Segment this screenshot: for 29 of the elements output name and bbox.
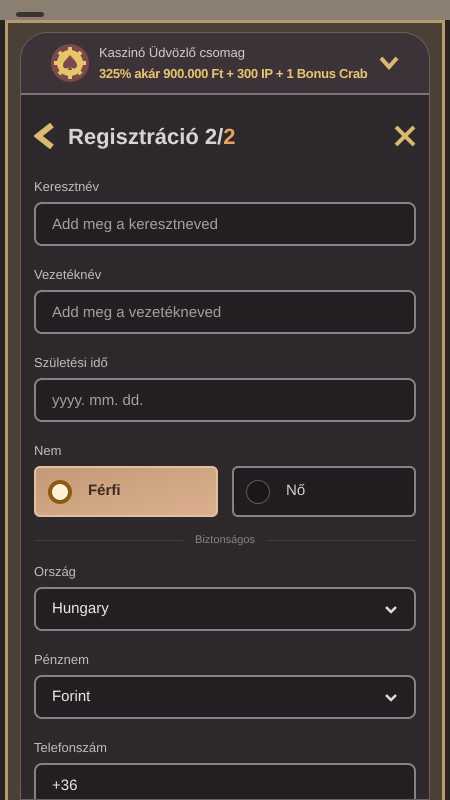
- select-field[interactable]: Hungary: [34, 587, 416, 631]
- input-field[interactable]: +36: [34, 763, 416, 799]
- field-label: Ország: [34, 563, 77, 581]
- input-field[interactable]: Add meg a vezetékneved: [34, 290, 416, 334]
- field-label: Vezetéknév: [34, 266, 102, 284]
- back-icon[interactable]: [34, 123, 56, 149]
- radio-icon: [246, 480, 270, 504]
- field-label: Keresztnév: [34, 178, 100, 196]
- close-icon[interactable]: [394, 125, 416, 147]
- promo-banner[interactable]: Kaszinó Üdvözlő csomag 325% akár 900.000 Ft + 300 IP + 1 Bonus Crab: [21, 33, 429, 95]
- input-field[interactable]: yyyy. mm. dd.: [34, 378, 416, 422]
- radio-option[interactable]: Férfi: [34, 466, 218, 517]
- select-field[interactable]: Forint: [34, 675, 416, 719]
- radio-option[interactable]: Nő: [232, 466, 416, 517]
- promo-title: Kaszinó Üdvözlő csomag: [99, 44, 246, 62]
- field-label: Telefonszám: [34, 739, 108, 757]
- field-label: Nem: [34, 442, 62, 460]
- divider-label: Biztonságos: [195, 532, 255, 548]
- menu-icon[interactable]: [16, 12, 44, 17]
- promo-offer: 325% akár 900.000 Ft + 300 IP + 1 Bonus Crab: [99, 65, 368, 83]
- chevron-down-icon: [384, 604, 398, 614]
- radio-icon: [48, 480, 72, 504]
- chevron-down-icon: [384, 692, 398, 702]
- field-label: Pénznem: [34, 651, 90, 669]
- field-label: Születési idő: [34, 354, 109, 372]
- poker-chip-icon: [51, 44, 89, 82]
- input-field[interactable]: Add meg a keresztneved: [34, 202, 416, 246]
- chevron-down-icon[interactable]: [379, 56, 399, 70]
- page-title: Regisztráció 2/2: [68, 122, 237, 151]
